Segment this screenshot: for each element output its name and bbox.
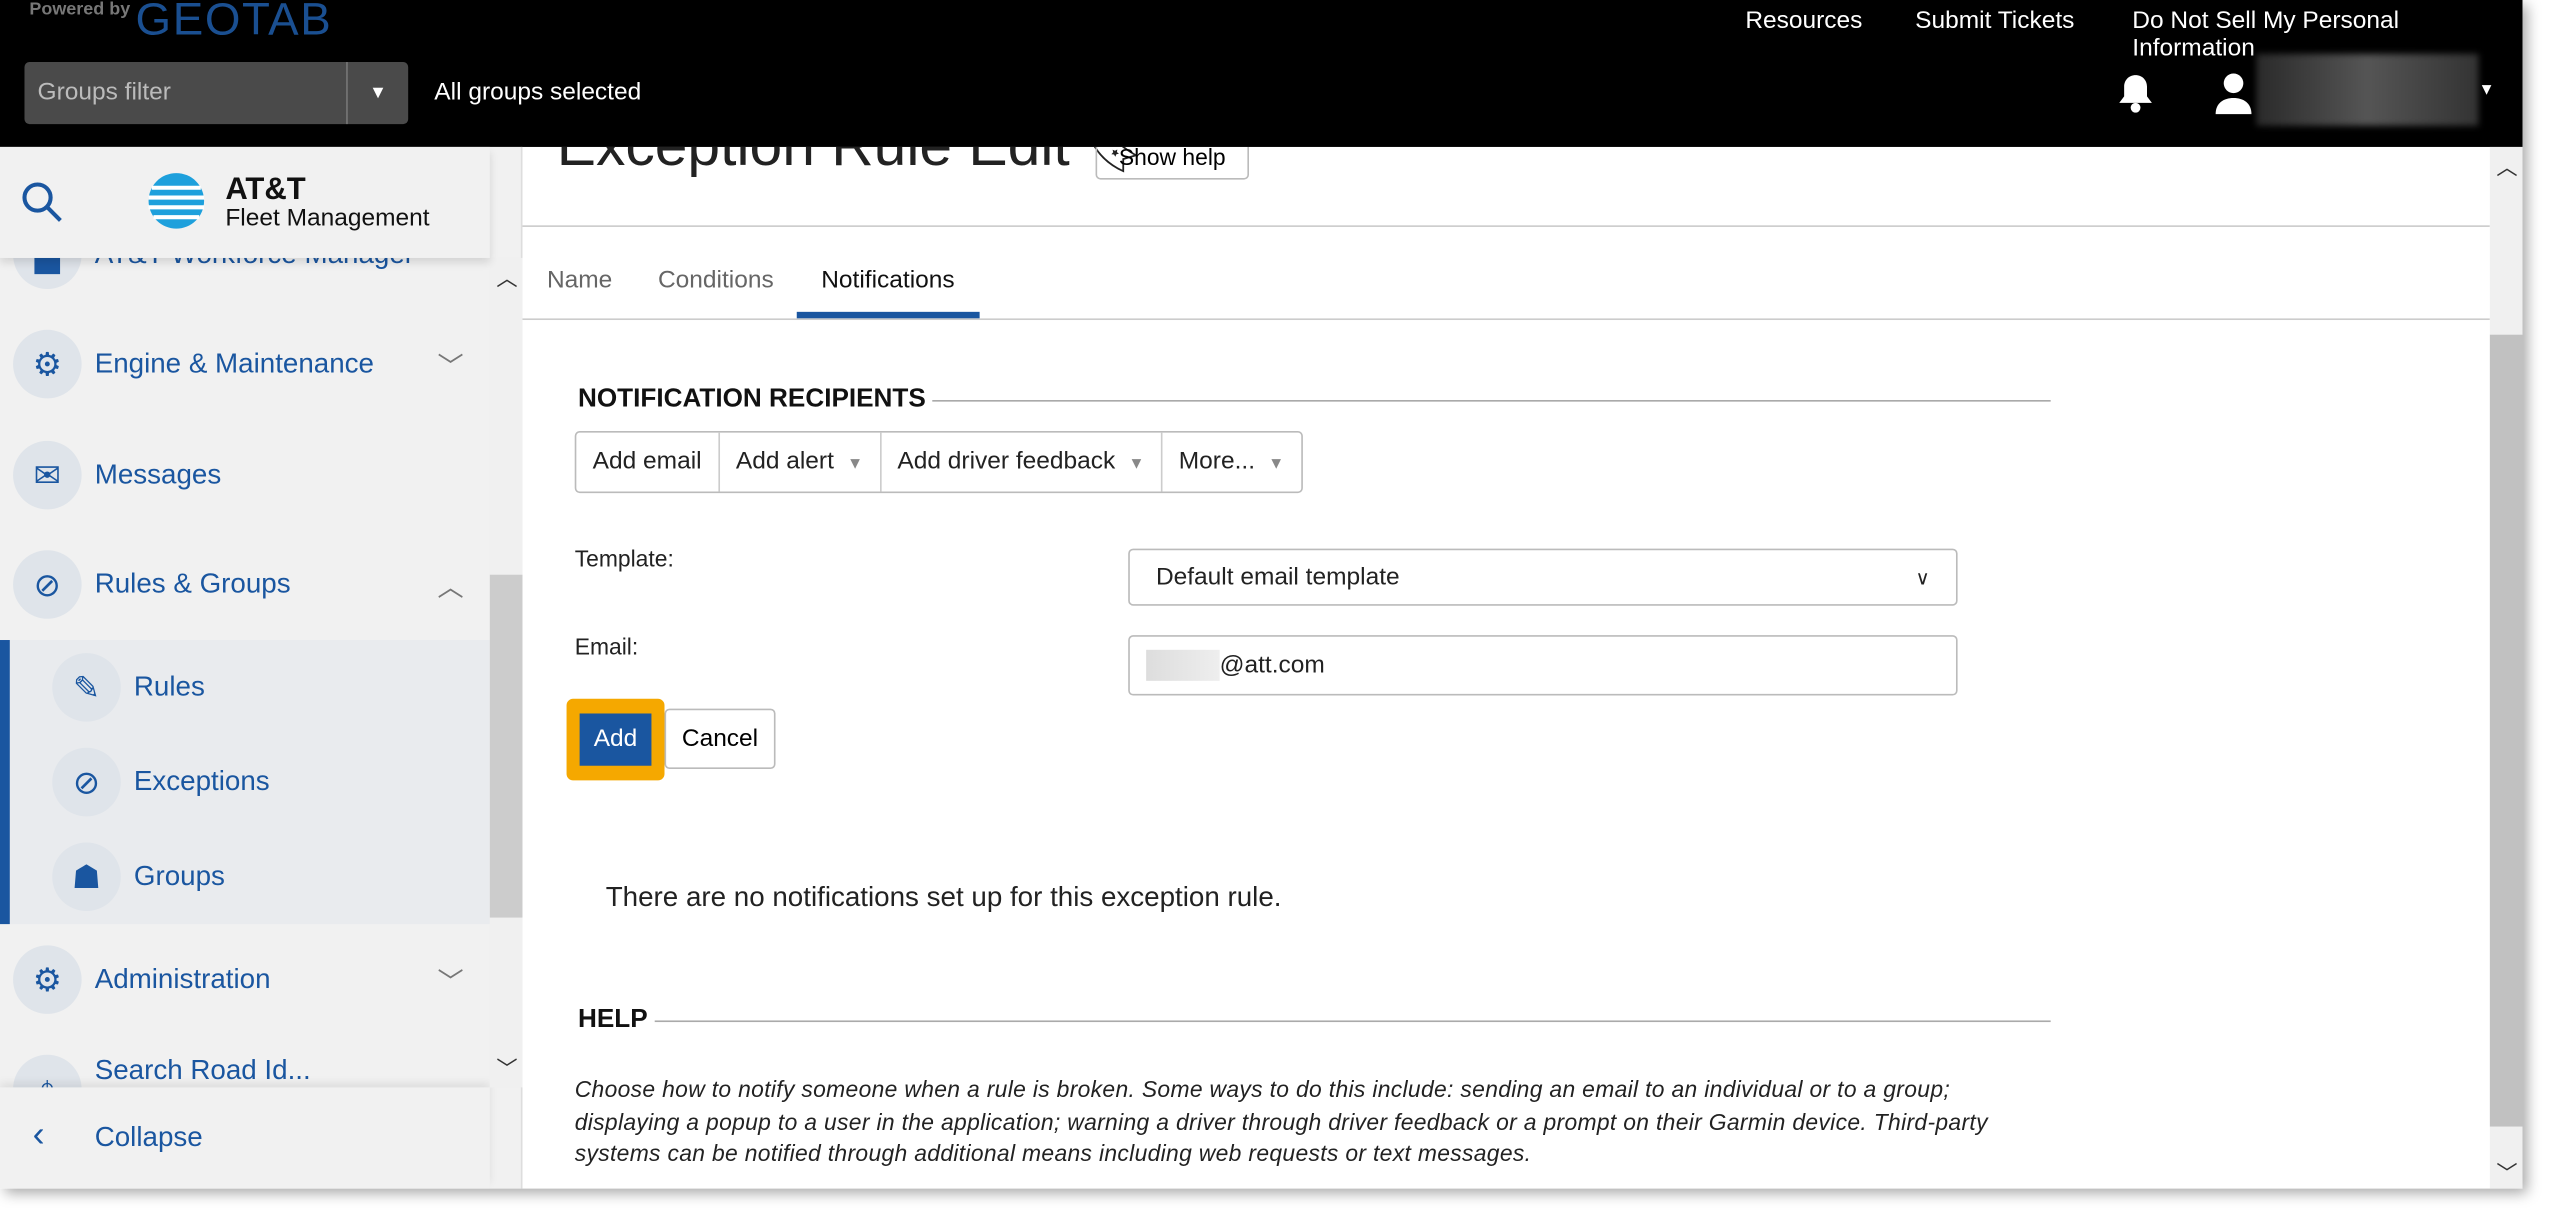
engine-icon: ⚙ [13,329,82,399]
scroll-down-icon[interactable]: ﹀ [2496,1156,2517,1187]
groups-status: All groups selected [434,78,642,107]
help-text: Choose how to notify someone when a rule… [574,1075,1988,1166]
sidebar-item-rules-groups[interactable]: ⊘ Rules & Groups ︿ [0,539,490,630]
att-globe-logo [147,170,206,240]
resources-link[interactable]: Resources [1745,7,1862,35]
recipients-heading: NOTIFICATION RECIPIENTS [578,385,2051,414]
user-name-redacted [2256,53,2479,126]
sidebar: AT&T Fleet Management ▙AT&T Workforce Ma… [0,146,523,1189]
groups-filter-placeholder: Groups filter [37,78,171,107]
caret-down-icon: ▼ [1268,455,1285,474]
search-icon[interactable] [20,180,66,234]
gear-icon: ⚙ [13,945,82,1014]
caret-down-icon: ▼ [1128,455,1145,474]
scroll-down-icon[interactable]: ﹀ [496,1051,517,1082]
more-button[interactable]: More... ▼ [1162,433,1300,492]
sidebar-item-administration[interactable]: ⚙ Administration ﹀ [0,934,490,1025]
cancel-button[interactable]: Cancel [664,708,776,770]
top-header: Powered by GEOTAB Resources Submit Ticke… [0,0,2523,147]
sidebar-item-engine-maintenance[interactable]: ⚙ Engine & Maintenance ﹀ [0,318,490,409]
template-select[interactable]: Default email template ∨ [1128,548,1958,606]
chevron-up-icon: ︿ [437,574,464,603]
page-title: Exception Rule Edit 🔖︎ [557,147,1144,180]
tab-name[interactable]: Name [547,266,612,294]
prohibit-icon: ⊘ [13,550,82,619]
sidebar-scroll-thumb[interactable] [489,574,523,918]
email-input[interactable]: @att.com [1128,635,1958,696]
main-scrollbar[interactable]: ︿ ﹀ [2489,146,2523,1189]
geotab-logo: GEOTAB [135,0,333,45]
rules-icon: ✎ [52,653,121,722]
groups-filter-input[interactable]: Groups filter ▼ [24,62,409,125]
add-button[interactable]: Add [579,713,652,766]
groups-filter-dropdown[interactable]: ▼ [346,62,408,125]
sidebar-item-messages[interactable]: ✉ Messages [0,429,490,520]
chevron-left-icon: ‹ [32,1113,45,1155]
add-email-button[interactable]: Add email [576,432,720,492]
rules-groups-submenu: ✎ Rules ⊘ Exceptions ☗ Groups [0,640,490,925]
bell-icon[interactable] [2116,72,2155,123]
tab-notifications[interactable]: Notifications [821,266,954,294]
sidebar-scrollbar[interactable]: ︿ ﹀ [489,257,523,1088]
empty-notifications-message: There are no notifications set up for th… [605,881,1282,913]
hierarchy-icon: ☗ [52,842,121,912]
chevron-down-icon: ∨ [1915,565,1930,589]
tab-conditions[interactable]: Conditions [658,266,774,294]
user-icon[interactable] [2215,72,2252,123]
prohibit-icon: ⊘ [52,747,121,817]
add-driver-feedback-button[interactable]: Add driver feedback ▼ [881,432,1163,492]
scroll-up-icon[interactable]: ︿ [2496,150,2517,181]
submit-tickets-link[interactable]: Submit Tickets [1915,7,2074,35]
sidebar-item-groups[interactable]: ☗ Groups [39,831,529,922]
logo-line2: Fleet Management [225,204,430,232]
main-content: Exception Rule Edit 🔖︎ Show help Name Co… [522,146,2490,1189]
collapse-button[interactable]: ‹ Collapse [0,1087,490,1189]
envelope-icon: ✉ [13,440,82,510]
redacted-text [1146,649,1220,681]
chevron-down-icon: ﹀ [437,969,464,998]
recipient-button-group: Add email Add alert ▼ Add driver feedback… [574,431,1303,494]
help-heading: HELP [578,1006,2051,1035]
powered-by: Powered by [29,0,131,20]
chevron-down-icon: ﹀ [437,354,464,383]
email-label: Email: [574,633,639,660]
show-help-button[interactable]: Show help [1095,146,1250,180]
main-scroll-thumb[interactable] [2489,334,2523,1127]
sidebar-item-exceptions[interactable]: ⊘ Exceptions [39,736,529,827]
caret-down-icon: ▼ [846,455,864,474]
scroll-up-icon[interactable]: ︿ [496,261,517,292]
add-alert-button[interactable]: Add alert ▼ [720,432,882,492]
user-menu-caret-icon[interactable]: ▼ [2478,82,2494,100]
sidebar-item-rules[interactable]: ✎ Rules [39,642,529,733]
template-label: Template: [574,545,674,572]
